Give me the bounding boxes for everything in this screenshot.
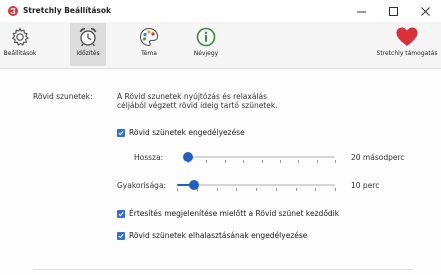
minimize-button[interactable] xyxy=(345,0,377,22)
frequency-value: 10 perc xyxy=(351,181,380,190)
slider-tick xyxy=(279,160,281,163)
slider-tick xyxy=(275,188,277,191)
divider xyxy=(33,269,413,270)
close-button[interactable] xyxy=(409,0,441,22)
length-slider[interactable] xyxy=(183,152,336,164)
tab-timing-label: Időzítés xyxy=(76,50,100,57)
gear-icon xyxy=(11,27,29,46)
checkmark-icon xyxy=(118,211,124,216)
close-icon xyxy=(420,6,430,16)
frequency-label: Gyakorisága: xyxy=(117,181,167,190)
slider-tick xyxy=(206,160,208,163)
tab-about[interactable]: Névjegy xyxy=(190,23,222,66)
tab-support-label: Stretchly támogatás xyxy=(376,50,438,57)
title-bar: Stretchly Beállítások xyxy=(0,0,441,23)
slider-tick xyxy=(256,188,257,191)
frequency-slider[interactable] xyxy=(177,180,336,192)
tab-settings[interactable]: Beállítások xyxy=(2,23,38,66)
slider-tick xyxy=(316,160,318,163)
slider-thumb[interactable] xyxy=(183,152,193,162)
tab-timing[interactable]: Időzítés xyxy=(70,23,106,66)
description-line-2: céljából végzett rövid ideig tartó szüne… xyxy=(117,101,278,110)
length-value: 20 másodperc xyxy=(351,153,405,162)
enable-short-breaks-label: Rövid szünetek engedélyezése xyxy=(129,128,245,137)
slider-tick xyxy=(315,188,317,191)
tab-support[interactable]: Stretchly támogatás xyxy=(374,23,440,66)
slider-tick xyxy=(224,160,226,163)
slider-tick xyxy=(236,188,238,191)
maximize-icon xyxy=(388,6,398,16)
info-icon xyxy=(196,27,216,47)
tab-theme-label: Téma xyxy=(141,50,157,57)
checkmark-icon xyxy=(118,130,124,135)
minimize-icon xyxy=(356,11,366,12)
alarm-clock-icon xyxy=(79,28,97,47)
slider-tick xyxy=(243,160,245,163)
length-label: Hossza: xyxy=(134,153,164,162)
heart-icon xyxy=(396,27,418,46)
checkmark-icon xyxy=(118,233,124,238)
tab-theme[interactable]: Téma xyxy=(134,23,164,66)
window-title: Stretchly Beállítások xyxy=(23,6,112,15)
slider-tick xyxy=(335,160,336,163)
tab-settings-label: Beállítások xyxy=(3,50,37,57)
slider-tick xyxy=(216,188,218,191)
checkbox-checked xyxy=(117,209,125,218)
checkbox-checked xyxy=(117,128,125,137)
allow-postpone-checkbox[interactable]: Rövid szünetek elhalasztásának engedélye… xyxy=(117,231,307,240)
description-line-1: A Rövid szunetek nyújtózás és relaxálás xyxy=(117,92,268,101)
short-breaks-description: A Rövid szunetek nyújtózás és relaxálás … xyxy=(117,92,377,110)
toolbar: Beállítások Időzítés Téma Névjegy Stretc… xyxy=(0,22,441,69)
tab-about-label: Névjegy xyxy=(193,50,219,57)
slider-tick xyxy=(177,188,178,191)
timing-settings-panel: Rövid szunetek: A Rövid szunetek nyújtóz… xyxy=(0,69,441,275)
slider-tick xyxy=(295,188,297,191)
slider-tick xyxy=(298,160,300,163)
stretchly-app-icon xyxy=(8,6,18,16)
notify-before-break-checkbox[interactable]: Értesítés megjelenítése mielőtt a Rövid … xyxy=(117,209,339,218)
slider-tick xyxy=(261,160,263,163)
palette-icon xyxy=(139,27,159,47)
short-breaks-section-label: Rövid szunetek: xyxy=(33,92,93,101)
slider-track xyxy=(188,156,335,158)
allow-postpone-label: Rövid szünetek elhalasztásának engedélye… xyxy=(129,231,308,240)
slider-track xyxy=(177,184,335,186)
slider-ticks xyxy=(188,160,336,164)
checkbox-checked xyxy=(117,231,125,240)
slider-tick xyxy=(335,188,336,191)
enable-short-breaks-checkbox[interactable]: Rövid szünetek engedélyezése xyxy=(117,128,245,137)
slider-ticks xyxy=(177,188,336,192)
maximize-button[interactable] xyxy=(377,0,409,22)
notify-before-break-label: Értesítés megjelenítése mielőtt a Rövid … xyxy=(129,209,340,218)
